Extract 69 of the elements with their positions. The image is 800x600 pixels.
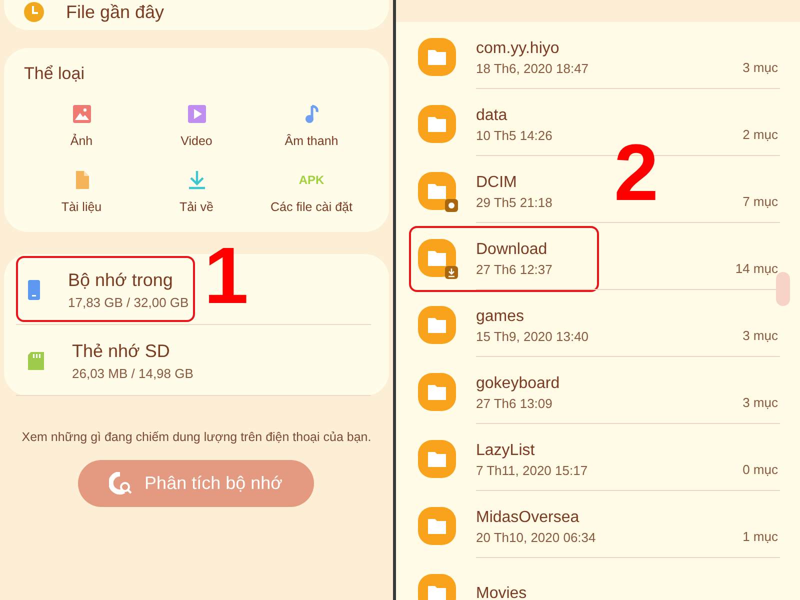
- folder-item[interactable]: com.yy.hiyo 18 Th6, 2020 18:47: [409, 24, 599, 90]
- analyze-icon: [108, 472, 133, 496]
- folder-item[interactable]: MidasOversea 20 Th10, 2020 06:34: [409, 494, 599, 560]
- recent-files-card[interactable]: File gần đây: [4, 0, 389, 30]
- folder-name[interactable]: games: [476, 308, 597, 326]
- storage-item[interactable]: Bộ nhớ trong 17,83 GB / 32,00 GB: [16, 256, 195, 322]
- folder-date: 20 Th10, 2020 06:34: [476, 530, 597, 544]
- category-item[interactable]: Tải về: [139, 170, 254, 214]
- image-icon: [72, 104, 92, 124]
- storage-item[interactable]: Thẻ nhớ SD 26,03 MB / 14,98 GB: [16, 327, 200, 393]
- folder-item[interactable]: data 10 Th5 14:26: [409, 92, 599, 158]
- item-count: 0 mục: [742, 462, 778, 477]
- category-item[interactable]: Video: [139, 104, 254, 148]
- folder-date: 10 Th5 14:26: [476, 128, 554, 142]
- folder-name[interactable]: LazyList: [476, 442, 597, 460]
- category-item[interactable]: Ảnh: [24, 104, 139, 148]
- folder-icon: [418, 306, 458, 346]
- hint-text: Xem những gì đang chiếm dung lượng trên điện thoại của bạn.: [20, 430, 372, 444]
- item-count: 1 mục: [742, 529, 778, 544]
- folder-item[interactable]: LazyList 7 Th11, 2020 15:17: [409, 426, 599, 492]
- folder-item[interactable]: Download 27 Th6 12:37: [409, 226, 599, 292]
- category-item[interactable]: APK Các file cài đặt: [254, 170, 369, 214]
- folder-item[interactable]: DCIM 29 Th5 21:18: [409, 158, 599, 224]
- folder-date: 27 Th6 13:09: [476, 396, 554, 410]
- folder-date: 15 Th9, 2020 13:40: [476, 328, 590, 344]
- folder-name[interactable]: com.yy.hiyo: [476, 40, 597, 58]
- recent-files-label: File gần đây: [66, 2, 164, 22]
- apk-icon: APK: [298, 170, 324, 190]
- folder-name[interactable]: MidasOversea: [476, 508, 597, 526]
- camera-badge-icon: [445, 198, 458, 212]
- storage-usage: 17,83 GB / 32,00 GB: [68, 295, 189, 310]
- item-count: 14 mục: [735, 261, 778, 276]
- sd-card-icon: [28, 352, 44, 370]
- item-count: 3 mục: [742, 60, 778, 75]
- item-count: 3 mục: [742, 395, 778, 410]
- folder-icon: [418, 38, 458, 78]
- folder-icon: [418, 372, 458, 412]
- clock-icon: [24, 2, 44, 22]
- storage-name: Bộ nhớ trong: [68, 270, 174, 291]
- storage-usage: 26,03 MB / 14,98 GB: [72, 366, 194, 381]
- folder-date: 18 Th6, 2020 18:47: [476, 60, 590, 76]
- item-count: 3 mục: [742, 328, 778, 343]
- callout-number: 2: [614, 133, 658, 213]
- download-badge-icon: [445, 266, 458, 278]
- storage-name: Thẻ nhớ SD: [72, 341, 171, 362]
- category-item[interactable]: Tài liệu: [24, 170, 139, 214]
- category-item[interactable]: Âm thanh: [254, 104, 369, 148]
- item-count: 2 mục: [742, 127, 778, 142]
- category-title: Thể loại: [24, 64, 86, 84]
- folder-name[interactable]: Movies: [476, 584, 597, 600]
- folder-date: 29 Th5 21:18: [476, 194, 554, 210]
- folder-date: 7 Th11, 2020 15:17: [476, 462, 589, 478]
- phone-icon: [28, 280, 40, 300]
- download-icon: [186, 170, 206, 190]
- folder-name[interactable]: data: [476, 106, 597, 124]
- scroll-handle[interactable]: [776, 272, 790, 306]
- play-icon: [186, 104, 206, 124]
- folder-icon: [418, 506, 458, 546]
- folder-name[interactable]: gokeyboard: [476, 374, 597, 392]
- folder-name[interactable]: Download: [476, 240, 597, 258]
- item-count: 7 mục: [742, 194, 778, 209]
- folder-item[interactable]: gokeyboard 27 Th6 13:09: [409, 360, 599, 426]
- folder-name[interactable]: DCIM: [476, 174, 597, 192]
- callout-number: 1: [204, 236, 248, 316]
- folder-date: 27 Th6 12:37: [476, 262, 554, 276]
- folder-item[interactable]: games 15 Th9, 2020 13:40: [409, 292, 599, 358]
- folder-item[interactable]: Movies: [409, 560, 599, 600]
- folder-icon: [418, 104, 458, 144]
- folder-icon: [418, 440, 458, 480]
